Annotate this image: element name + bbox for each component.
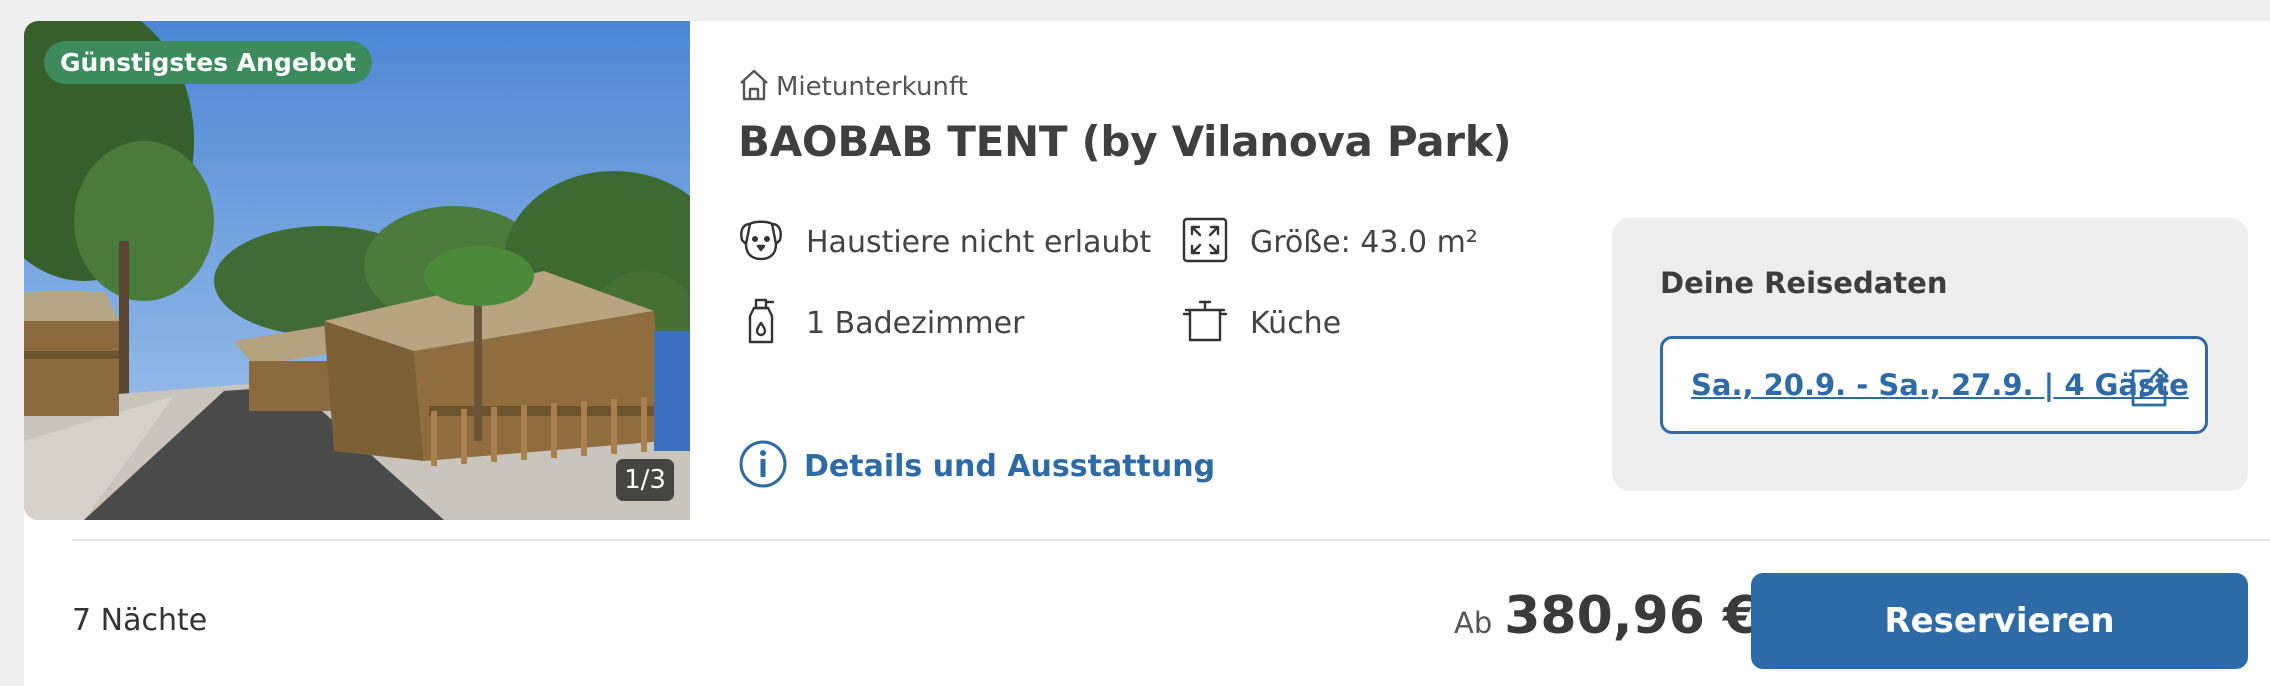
- price: Ab 380,96 €: [1454, 586, 1759, 646]
- dog-icon: [738, 218, 784, 266]
- listing-photo[interactable]: Günstigstes Angebot 1/3: [24, 21, 690, 520]
- info-icon: [738, 439, 788, 493]
- feature-kitchen: Küche: [1182, 298, 1341, 348]
- divider: [72, 539, 2270, 541]
- feature-size-label: Größe: 43.0 m²: [1250, 224, 1478, 260]
- price-amount: 380,96 €: [1504, 586, 1760, 646]
- nights-count: 7 Nächte: [72, 603, 208, 638]
- listing-card: Günstigstes Angebot 1/3 Mietunterkunft B…: [24, 21, 2270, 686]
- feature-pets: Haustiere nicht erlaubt: [738, 217, 1151, 267]
- edit-travel-dates-button[interactable]: Sa., 20.9. - Sa., 27.9. | 4 Gäste: [1660, 336, 2208, 434]
- edit-pencil-icon[interactable]: [2127, 365, 2171, 413]
- accommodation-type-label: Mietunterkunft: [776, 72, 968, 102]
- travel-dates-label: Deine Reisedaten: [1660, 266, 1948, 300]
- cheapest-offer-badge: Günstigstes Angebot: [44, 41, 372, 84]
- expand-arrows-icon: [1182, 217, 1228, 267]
- feature-bathrooms-label: 1 Badezimmer: [806, 305, 1025, 341]
- listing-title: BAOBAB TENT (by Vilanova Park): [738, 117, 1512, 166]
- photo-counter: 1/3: [616, 459, 674, 501]
- feature-kitchen-label: Küche: [1250, 305, 1342, 341]
- cooking-pot-icon: [1182, 296, 1228, 350]
- soap-bottle-icon: [738, 296, 784, 350]
- tent-photo-image: [24, 21, 690, 520]
- house-icon: [738, 68, 770, 106]
- feature-pets-label: Haustiere nicht erlaubt: [806, 224, 1152, 260]
- feature-size: Größe: 43.0 m²: [1182, 217, 1478, 267]
- price-prefix: Ab: [1454, 606, 1493, 640]
- details-link-label[interactable]: Details und Ausstattung: [804, 449, 1215, 484]
- travel-dates-panel: Deine Reisedaten Sa., 20.9. - Sa., 27.9.…: [1612, 218, 2248, 491]
- reserve-button[interactable]: Reservieren: [1751, 573, 2248, 669]
- travel-dates-value[interactable]: Sa., 20.9. - Sa., 27.9. | 4 Gäste: [1691, 339, 2189, 431]
- feature-bathrooms: 1 Badezimmer: [738, 298, 1024, 348]
- accommodation-type: Mietunterkunft: [738, 67, 968, 107]
- details-link[interactable]: Details und Ausstattung: [738, 440, 1215, 492]
